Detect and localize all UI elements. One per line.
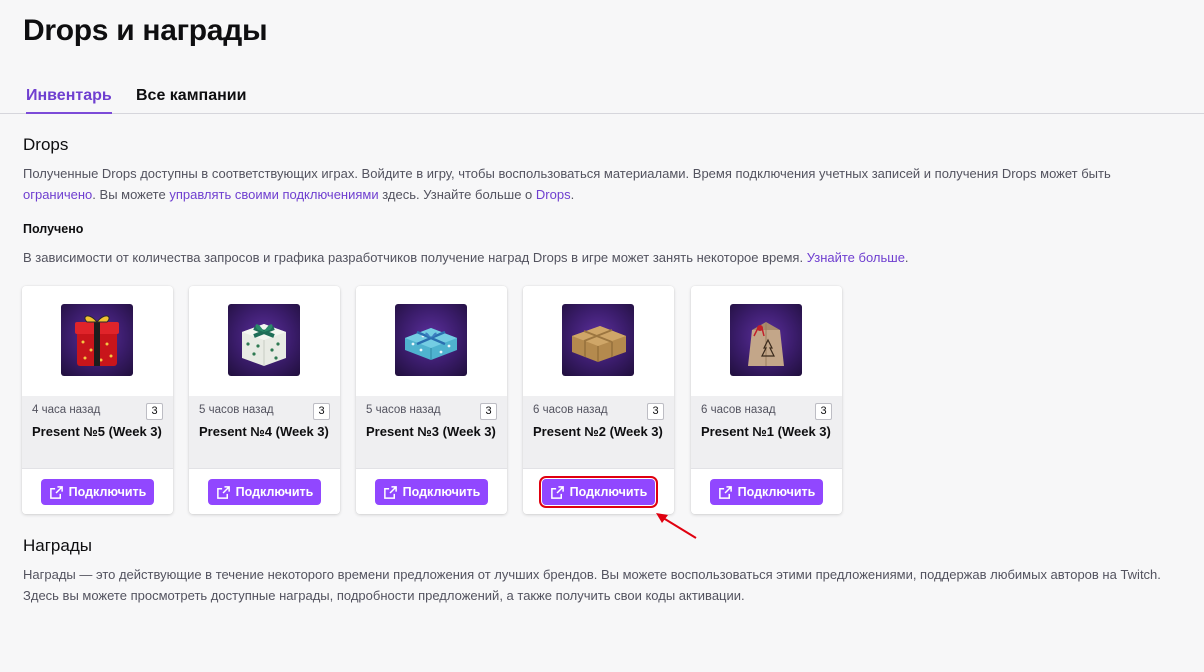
drops-desc-text-4: . <box>570 187 575 202</box>
drop-card-image-area <box>691 286 842 396</box>
drop-card-action: Подключить <box>189 468 340 514</box>
connect-button-label: Подключить <box>569 485 648 499</box>
connect-button-label: Подключить <box>235 485 314 499</box>
drop-card: 4 часа назад 3 Present №5 (Week 3) Подкл… <box>22 286 173 514</box>
link-manage-connections[interactable]: управлять своими подключениями <box>169 187 378 202</box>
drop-card: 5 часов назад 3 Present №3 (Week 3) Подк… <box>356 286 507 514</box>
external-link-icon <box>550 485 564 499</box>
drop-name: Present №4 (Week 3) <box>199 424 329 439</box>
drop-time: 6 часов назад <box>533 404 608 416</box>
drop-time: 5 часов назад <box>199 404 274 416</box>
link-learn-more[interactable]: Узнайте больше <box>807 250 905 265</box>
drop-card-info: 5 часов назад 3 Present №3 (Week 3) <box>356 396 507 468</box>
drop-card-image-area <box>189 286 340 396</box>
drop-name: Present №5 (Week 3) <box>32 424 162 439</box>
external-link-icon <box>383 485 397 499</box>
drop-card-info: 5 часов назад 3 Present №4 (Week 3) <box>189 396 340 468</box>
drop-card: 6 часов назад 3 Present №1 (Week 3) Подк… <box>691 286 842 514</box>
drop-count-badge: 3 <box>313 403 330 420</box>
connect-button[interactable]: Подключить <box>539 476 658 508</box>
received-desc-end: . <box>904 250 909 265</box>
drops-section-title: Drops <box>23 135 69 154</box>
drop-count-badge: 3 <box>815 403 832 420</box>
blue-gift-box-image <box>395 304 467 376</box>
drop-card-action: Подключить <box>356 468 507 514</box>
drop-card-action: Подключить <box>691 468 842 514</box>
connect-button-label: Подключить <box>737 485 816 499</box>
connect-button[interactable]: Подключить <box>375 479 488 505</box>
link-limited[interactable]: ограничено <box>23 187 92 202</box>
received-desc-text: В зависимости от количества запросов и г… <box>23 250 807 265</box>
brown-parcel-image <box>562 304 634 376</box>
paper-bag-image <box>730 304 802 376</box>
drops-description: Полученные Drops доступны в соответствую… <box>23 163 1173 205</box>
page-title: Drops и награды <box>23 14 268 47</box>
drops-desc-text-3: здесь. Узнайте больше о <box>378 187 536 202</box>
tab-all-campaigns[interactable]: Все кампании <box>136 87 246 112</box>
external-link-icon <box>216 485 230 499</box>
drops-page: Drops и награды Инвентарь Все кампании D… <box>0 0 1204 672</box>
drop-card-image-area <box>22 286 173 396</box>
drop-card-info: 4 часа назад 3 Present №5 (Week 3) <box>22 396 173 468</box>
drop-count-badge: 3 <box>647 403 664 420</box>
drop-card: 5 часов назад 3 Present №4 (Week 3) Подк… <box>189 286 340 514</box>
received-description: В зависимости от количества запросов и г… <box>23 247 1173 268</box>
drop-card-info: 6 часов назад 3 Present №2 (Week 3) <box>523 396 674 468</box>
drop-name: Present №3 (Week 3) <box>366 424 496 439</box>
connect-button[interactable]: Подключить <box>710 479 823 505</box>
drop-card-image-area <box>523 286 674 396</box>
white-green-gift-box-image <box>228 304 300 376</box>
drops-desc-text-2: . Вы можете <box>92 187 170 202</box>
rewards-section-title: Награды <box>23 536 92 555</box>
drop-time: 5 часов назад <box>366 404 441 416</box>
red-gift-box-image <box>61 304 133 376</box>
annotation-arrow <box>656 513 697 539</box>
external-link-icon <box>718 485 732 499</box>
rewards-description: Награды — это действующие в течение неко… <box>23 567 1161 603</box>
drop-card-action: Подключить <box>22 468 173 514</box>
external-link-icon <box>49 485 63 499</box>
drop-name: Present №1 (Week 3) <box>701 424 831 439</box>
received-title: Получено <box>23 222 84 236</box>
drop-card: 6 часов назад 3 Present №2 (Week 3) Подк… <box>523 286 674 514</box>
drop-time: 6 часов назад <box>701 404 776 416</box>
drops-desc-text-1: Полученные Drops доступны в соответствую… <box>23 166 1111 181</box>
connect-button[interactable]: Подключить <box>208 479 321 505</box>
drop-card-image-area <box>356 286 507 396</box>
connect-button[interactable]: Подключить <box>41 479 154 505</box>
tab-bar: Инвентарь Все кампании <box>0 84 1204 114</box>
connect-button-label: Подключить <box>68 485 147 499</box>
link-drops[interactable]: Drops <box>536 187 571 202</box>
drop-count-badge: 3 <box>146 403 163 420</box>
drop-name: Present №2 (Week 3) <box>533 424 663 439</box>
tab-inventory[interactable]: Инвентарь <box>26 87 112 114</box>
drop-time: 4 часа назад <box>32 404 101 416</box>
drop-count-badge: 3 <box>480 403 497 420</box>
connect-button-label: Подключить <box>402 485 481 499</box>
drop-card-info: 6 часов назад 3 Present №1 (Week 3) <box>691 396 842 468</box>
